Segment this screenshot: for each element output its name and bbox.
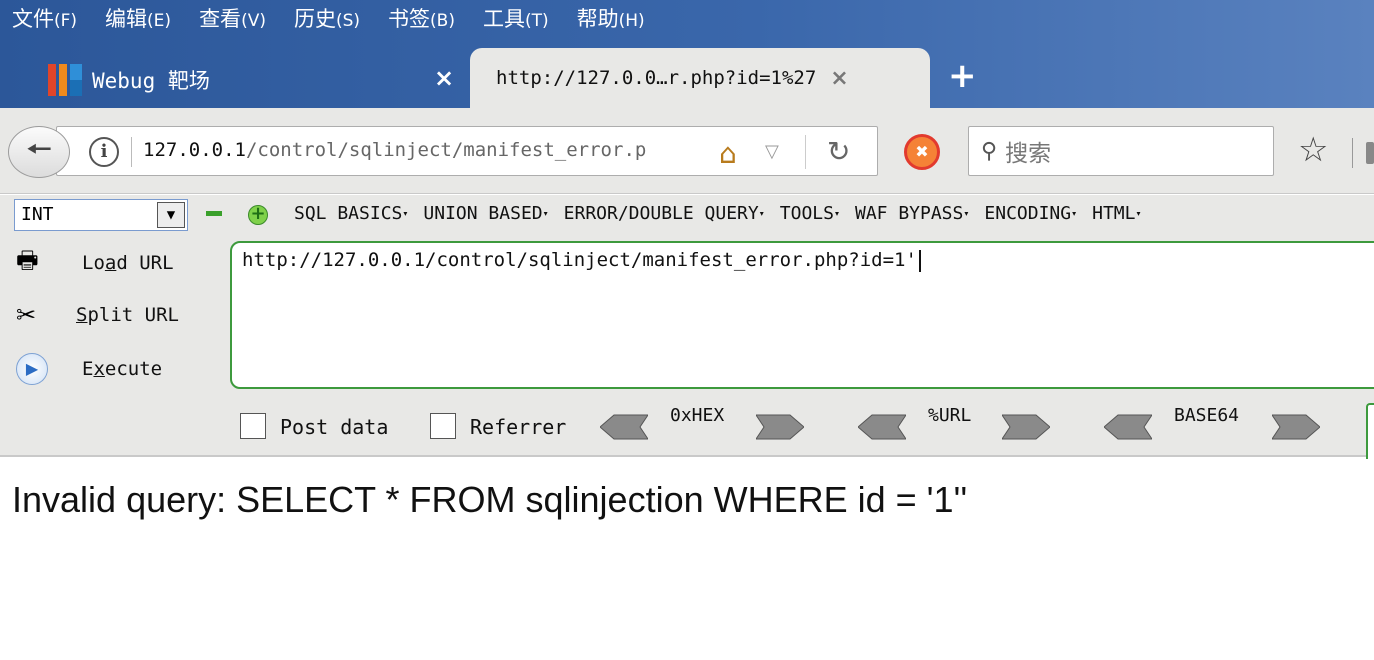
post-data-label: Post data bbox=[280, 415, 389, 439]
divider bbox=[131, 137, 132, 167]
tab-strip: Webug 靶场 × http://127.0.0…r.php?id=1%27 … bbox=[0, 48, 1374, 108]
scissors-icon: ✂ bbox=[16, 301, 37, 329]
history-dropdown-icon[interactable]: ▽ bbox=[765, 141, 779, 162]
menu-bar: 文件(F) 编辑(E) 查看(V) 历史(S) 书签(B) 工具(T) 帮助(H… bbox=[0, 0, 661, 36]
load-url-button[interactable]: 🖶 Load URL bbox=[0, 243, 220, 283]
url-bar[interactable]: i 127.0.0.1/control/sqlinject/manifest_e… bbox=[56, 126, 878, 176]
menu-help[interactable]: 帮助(H) bbox=[577, 3, 645, 33]
decode-arrow-icon[interactable] bbox=[1104, 413, 1152, 441]
tab-title: http://127.0.0…r.php?id=1%27 bbox=[496, 67, 817, 89]
printer-icon: 🖶 bbox=[16, 245, 39, 274]
post-data-checkbox[interactable] bbox=[240, 413, 266, 439]
load-url-label: Load URL bbox=[82, 252, 174, 274]
menu-html[interactable]: HTML▾ bbox=[1092, 203, 1141, 224]
close-tab-icon[interactable]: × bbox=[830, 66, 848, 91]
menu-sql-basics[interactable]: SQL BASICS▾ bbox=[294, 203, 408, 224]
new-tab-button[interactable]: + bbox=[948, 56, 977, 96]
search-placeholder: 搜索 bbox=[1005, 141, 1052, 167]
text-cursor bbox=[918, 249, 921, 272]
menu-waf-bypass[interactable]: WAF BYPASS▾ bbox=[855, 203, 969, 224]
divider bbox=[1352, 138, 1353, 168]
menu-union-based[interactable]: UNION BASED▾ bbox=[423, 203, 548, 224]
type-select-value: INT bbox=[21, 204, 54, 225]
base64-label: BASE64 bbox=[1174, 405, 1240, 426]
tab-active[interactable]: http://127.0.0…r.php?id=1%27 × bbox=[470, 48, 930, 108]
hackbar-options: Post data Referrer 0xHEX %URL BASE64 bbox=[0, 403, 1374, 463]
noscript-block-icon[interactable]: ✖ bbox=[904, 134, 940, 170]
navigation-toolbar: i 127.0.0.1/control/sqlinject/manifest_e… bbox=[0, 108, 1374, 194]
menu-file[interactable]: 文件(F) bbox=[12, 3, 77, 33]
hackbar-panel: INT ▼ + SQL BASICS▾ UNION BASED▾ ERROR/D… bbox=[0, 195, 1374, 463]
webug-favicon bbox=[48, 64, 82, 96]
site-info-icon[interactable]: i bbox=[89, 137, 119, 167]
increase-icon[interactable]: + bbox=[248, 205, 268, 225]
referrer-checkbox[interactable] bbox=[430, 413, 456, 439]
menu-edit[interactable]: 编辑(E) bbox=[105, 3, 171, 33]
home-icon[interactable]: ⌂ bbox=[719, 137, 737, 170]
tab-webug[interactable]: Webug 靶场 × bbox=[30, 52, 470, 108]
execute-button[interactable]: ▶ Execute bbox=[0, 349, 220, 389]
decrease-icon[interactable] bbox=[206, 211, 222, 216]
url-textarea[interactable]: http://127.0.0.1/control/sqlinject/manif… bbox=[230, 241, 1374, 389]
close-tab-icon[interactable]: × bbox=[434, 64, 454, 92]
back-button[interactable]: 🠔 bbox=[8, 126, 70, 178]
decode-arrow-icon[interactable] bbox=[858, 413, 906, 441]
encode-arrow-icon[interactable] bbox=[1272, 413, 1320, 441]
url-label: %URL bbox=[928, 405, 972, 426]
menu-tools[interactable]: TOOLS▾ bbox=[780, 203, 840, 224]
menu-tools[interactable]: 工具(T) bbox=[483, 3, 549, 33]
search-bar[interactable]: ⚲ 搜索 bbox=[968, 126, 1274, 176]
menu-error-double-query[interactable]: ERROR/DOUBLE QUERY▾ bbox=[564, 203, 765, 224]
url-path: /control/sqlinject/manifest_error.p bbox=[245, 139, 647, 161]
split-url-button[interactable]: ✂ Split URL bbox=[0, 295, 220, 335]
search-icon: ⚲ bbox=[981, 138, 998, 164]
encode-arrow-icon[interactable] bbox=[1002, 413, 1050, 441]
encode-arrow-icon[interactable] bbox=[756, 413, 804, 441]
back-arrow-icon: 🠔 bbox=[25, 131, 53, 167]
menu-history[interactable]: 历史(S) bbox=[294, 3, 360, 33]
post-data-field-edge[interactable] bbox=[1366, 403, 1374, 463]
split-url-label: Split URL bbox=[76, 304, 179, 326]
error-message: Invalid query: SELECT * FROM sqlinjectio… bbox=[12, 479, 968, 520]
toolbar-overflow-icon[interactable] bbox=[1366, 142, 1374, 164]
url-host: 127.0.0.1 bbox=[143, 139, 246, 161]
menu-view[interactable]: 查看(V) bbox=[199, 3, 266, 33]
url-text[interactable]: 127.0.0.1/control/sqlinject/manifest_err… bbox=[143, 139, 713, 161]
menu-bookmarks[interactable]: 书签(B) bbox=[388, 3, 455, 33]
url-textarea-value: http://127.0.0.1/control/sqlinject/manif… bbox=[242, 249, 917, 271]
execute-label: Execute bbox=[82, 358, 163, 380]
chevron-down-icon[interactable]: ▼ bbox=[157, 202, 185, 228]
bookmark-star-icon[interactable]: ☆ bbox=[1298, 130, 1328, 170]
referrer-label: Referrer bbox=[470, 415, 567, 439]
type-select[interactable]: INT ▼ bbox=[14, 199, 188, 231]
play-icon: ▶ bbox=[16, 353, 48, 385]
window-titlebar: 文件(F) 编辑(E) 查看(V) 历史(S) 书签(B) 工具(T) 帮助(H… bbox=[0, 0, 1374, 108]
hackbar-menu: SQL BASICS▾ UNION BASED▾ ERROR/DOUBLE QU… bbox=[294, 203, 1157, 224]
tab-title: Webug 靶场 bbox=[92, 69, 210, 93]
hex-label: 0xHEX bbox=[670, 405, 725, 426]
reload-icon[interactable]: ↻ bbox=[827, 135, 850, 168]
decode-arrow-icon[interactable] bbox=[600, 413, 648, 441]
menu-encoding[interactable]: ENCODING▾ bbox=[984, 203, 1077, 224]
page-content: Invalid query: SELECT * FROM sqlinjectio… bbox=[0, 459, 1374, 660]
divider bbox=[805, 135, 806, 169]
